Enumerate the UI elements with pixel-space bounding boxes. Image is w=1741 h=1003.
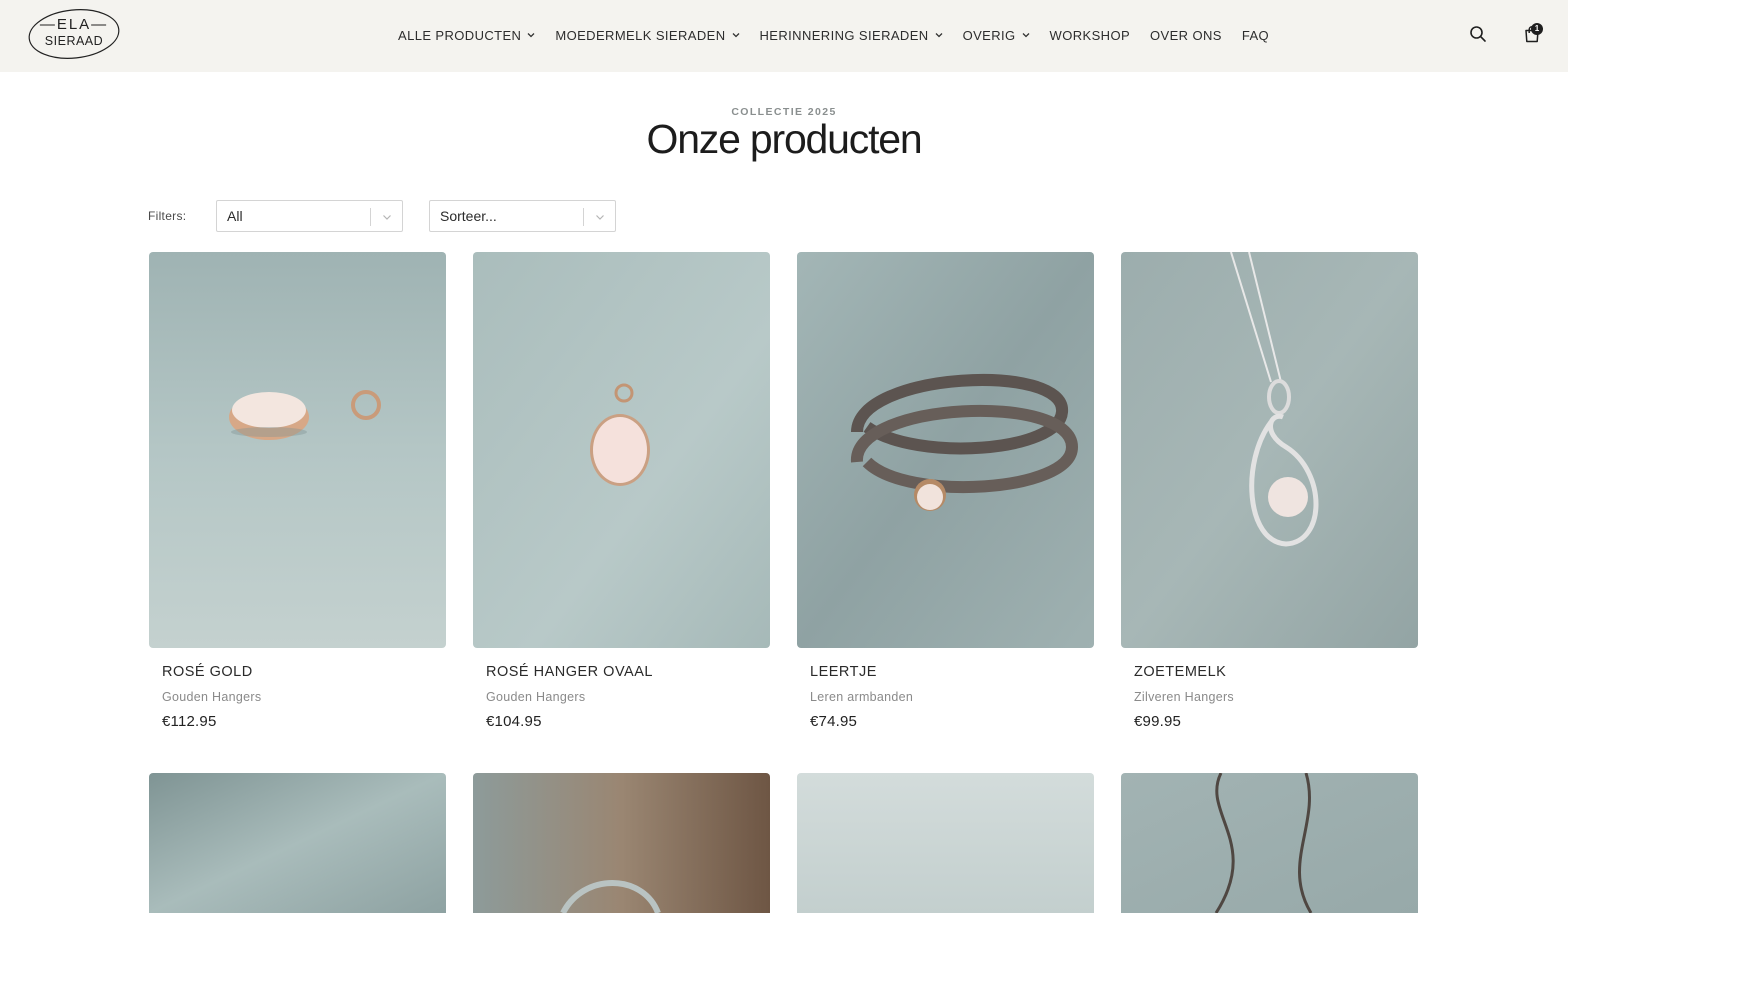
product-category: Gouden Hangers — [486, 690, 586, 704]
product-image[interactable] — [797, 773, 1094, 913]
product-image[interactable] — [1121, 773, 1418, 913]
product-price: €104.95 — [486, 713, 542, 730]
nav-item-workshop[interactable]: WORKSHOP — [1050, 28, 1130, 43]
sort-select[interactable]: Sorteer... — [429, 200, 616, 232]
product-price: €99.95 — [1134, 713, 1182, 730]
nav-label: HERINNERING SIERADEN — [759, 27, 929, 43]
nav-item-over-ons[interactable]: OVER ONS — [1150, 28, 1222, 43]
product-image[interactable] — [797, 252, 1094, 648]
nav-item-herinnering-sieraden[interactable]: HERINNERING SIERADEN — [760, 28, 943, 43]
cart-count-badge: 1 — [1531, 23, 1543, 35]
chevron-down-icon — [527, 33, 535, 38]
brand-line-1: —ELA— — [39, 16, 109, 33]
chevron-down-icon — [596, 215, 604, 220]
nav-label: OVER ONS — [1150, 27, 1222, 43]
product-name[interactable]: ROSÉ HANGER OVAAL — [486, 664, 653, 680]
product-name[interactable]: ROSÉ GOLD — [162, 664, 253, 680]
nav-label: WORKSHOP — [1049, 27, 1131, 43]
select-divider — [583, 208, 584, 226]
brand-line-2: SIERAAD — [44, 34, 104, 48]
chevron-down-icon — [1022, 33, 1030, 38]
brand-logo[interactable]: —ELA— SIERAAD — [28, 7, 122, 61]
select-divider — [370, 208, 371, 226]
product-name[interactable]: LEERTJE — [810, 664, 877, 680]
page-title: Onze producten — [646, 116, 923, 162]
nav-item-overig[interactable]: OVERIG — [963, 28, 1030, 43]
nav-label: FAQ — [1241, 27, 1270, 43]
product-name[interactable]: ZOETEMELK — [1134, 664, 1226, 680]
category-filter-select[interactable]: All — [216, 200, 403, 232]
main-nav: ALLE PRODUCTEN MOEDERMELK SIERADEN HERIN… — [398, 27, 1289, 43]
nav-item-alle-producten[interactable]: ALLE PRODUCTEN — [398, 28, 535, 43]
chevron-down-icon — [732, 33, 739, 38]
product-image[interactable] — [1121, 252, 1418, 648]
product-category: Gouden Hangers — [162, 690, 262, 704]
product-image[interactable] — [473, 773, 770, 913]
nav-label: MOEDERMELK SIERADEN — [555, 27, 726, 43]
search-icon[interactable] — [1469, 25, 1487, 43]
chevron-down-icon — [383, 215, 391, 220]
filters-label: Filters: — [148, 209, 187, 223]
product-category: Leren armbanden — [810, 690, 914, 704]
nav-item-moedermelk-sieraden[interactable]: MOEDERMELK SIERADEN — [555, 28, 739, 43]
nav-label: OVERIG — [962, 27, 1016, 43]
product-category: Zilveren Hangers — [1134, 690, 1234, 704]
product-price: €74.95 — [810, 713, 858, 730]
sort-value: Sorteer... — [440, 208, 497, 224]
nav-item-faq[interactable]: FAQ — [1242, 28, 1269, 43]
nav-label: ALLE PRODUCTEN — [398, 27, 522, 43]
product-image[interactable] — [149, 252, 446, 648]
product-image[interactable] — [473, 252, 770, 648]
site-header: —ELA— SIERAAD ALLE PRODUCTEN MOEDERMELK … — [0, 0, 1568, 72]
filter-value: All — [227, 208, 243, 224]
chevron-down-icon — [935, 33, 943, 38]
product-price: €112.95 — [162, 713, 217, 730]
product-image[interactable] — [149, 773, 446, 913]
